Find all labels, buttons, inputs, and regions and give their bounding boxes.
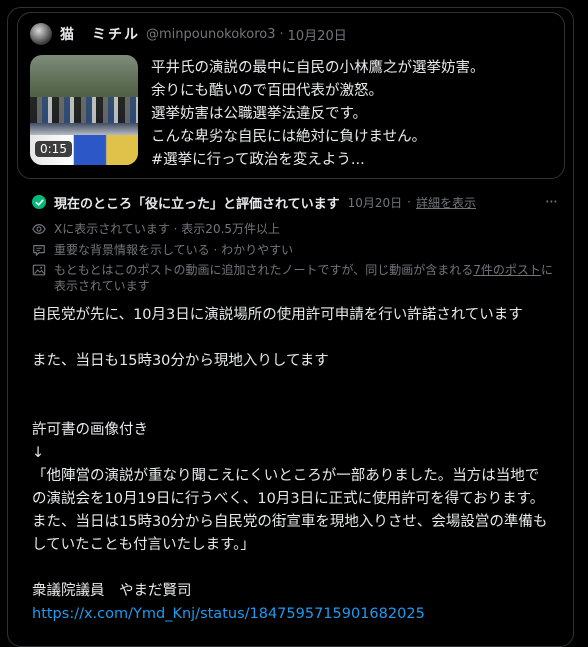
note-media-text: もともとはこのポストの動画に追加されたノートですが、同じ動画が含まれる7件のポス… [54, 262, 562, 294]
check-icon [32, 195, 46, 209]
note-body-line: 自民党が先に、10月3日に演説場所の使用許可申請を行い許諾されています [32, 307, 523, 323]
note-body-line: また、当日も15時30分から現地入りしてます [32, 353, 329, 369]
note-body-line: 許可書の画像付き [32, 422, 148, 438]
quoted-post-line: 余りにも酷いので百田代表が激怒。 [151, 83, 383, 99]
note-media-text-before: もともとはこのポストの動画に追加されたノートですが、同じ動画が含まれる [54, 263, 474, 277]
avatar[interactable] [30, 23, 52, 45]
post-card: 猫 ミチル @minpounokokoro3 · 10月20日 0:15 平井氏… [7, 7, 574, 647]
note-quote-line: していたことも付言いたします。」 [32, 537, 255, 553]
quoted-post-line: こんな卑劣な自民には絶対に負けません。 [151, 129, 427, 145]
arrow-down: ↓ [32, 445, 45, 461]
display-name[interactable]: 猫 ミチル [60, 24, 140, 44]
note-context-row: 重要な背景情報を示している · わかりやすい [32, 242, 293, 258]
note-quote-line: 「他陣営の演説が重なり聞こえにくいところが一部ありました。当方は当地で [32, 468, 540, 484]
source-link[interactable]: https://x.com/Ymd_Knj/status/18475957159… [32, 606, 425, 622]
user-handle[interactable]: @minpounokokoro3 [146, 27, 275, 42]
note-media-row: もともとはこのポストの動画に追加されたノートですが、同じ動画が含まれる7件のポス… [32, 262, 562, 294]
more-options-icon[interactable]: ··· [545, 192, 558, 211]
video-duration: 0:15 [35, 141, 72, 157]
community-note-header: 現在のところ「役に立った」と評価されています 10月20日 · 詳細を表示 ··… [32, 192, 558, 212]
note-views-text: Xに表示されています · 表示20.5万件以上 [54, 222, 281, 236]
post-date[interactable]: 10月20日 [288, 25, 347, 44]
eye-icon [32, 224, 46, 234]
show-details-link[interactable]: 詳細を表示 [416, 194, 476, 211]
note-views-row: Xに表示されています · 表示20.5万件以上 [32, 221, 280, 237]
note-quote-line: また、当日は15時30分から自民党の街宣車を現地入りさせ、会場設営の準備も [32, 514, 548, 530]
image-icon [32, 264, 46, 276]
video-thumbnail[interactable]: 0:15 [30, 55, 138, 165]
quoted-post-text: 平井氏の演説の最中に自民の小林鷹之が選挙妨害。 余りにも酷いので百田代表が激怒。… [151, 57, 551, 172]
quoted-post-header: 猫 ミチル @minpounokokoro3 · 10月20日 [30, 23, 347, 45]
separator-dot: · [279, 26, 284, 42]
note-status-title: 現在のところ「役に立った」と評価されています [54, 196, 340, 212]
quoted-post-line: 平井氏の演説の最中に自民の小林鷹之が選挙妨害。 [151, 60, 485, 76]
posts-link[interactable]: 7件のポスト [473, 263, 541, 277]
note-context-text: 重要な背景情報を示している · わかりやすい [54, 243, 294, 257]
note-date: 10月20日 [347, 195, 403, 210]
quoted-post-line: 選挙妨害は公職選挙法違反です。 [151, 106, 368, 122]
quoted-post-line: #選挙に行って政治を変えよう... [151, 152, 365, 168]
note-quote-line: の演説会を10月19日に行うべく、10月3日に正式に使用許可を得ております。 [32, 491, 545, 507]
video-frame-crowd [30, 97, 138, 123]
note-signature: 衆議院議員 やまだ賢司 [32, 583, 192, 599]
quoted-post[interactable]: 猫 ミチル @minpounokokoro3 · 10月20日 0:15 平井氏… [17, 12, 565, 179]
note-body: 自民党が先に、10月3日に演説場所の使用許可申請を行い許諾されています また、当… [32, 304, 572, 626]
comment-icon [33, 245, 45, 256]
separator-dot: · [407, 195, 411, 209]
